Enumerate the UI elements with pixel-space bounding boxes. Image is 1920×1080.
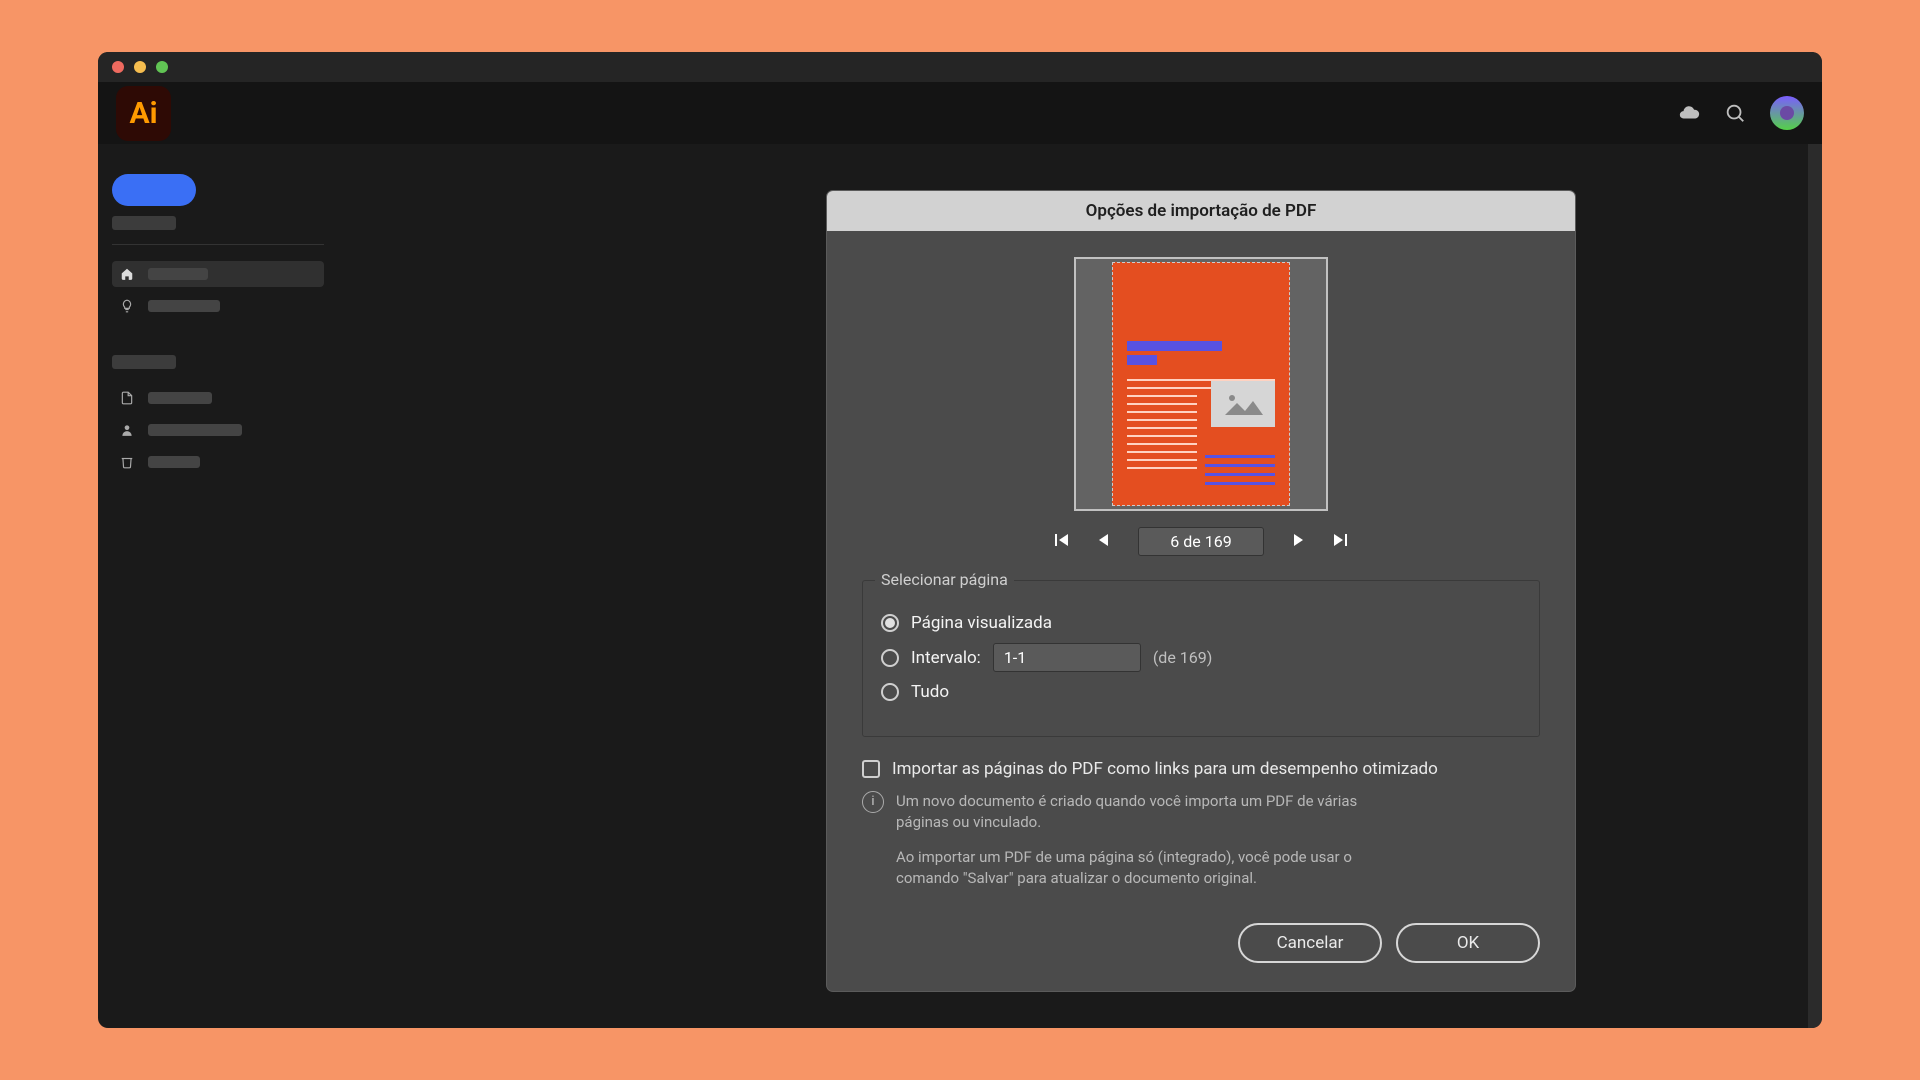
file-icon [120,391,134,405]
pdf-import-options-dialog: Opções de importação de PDF 6 de [827,191,1575,991]
checkbox-label: Importar as páginas do PDF como links pa… [892,759,1438,779]
range-input[interactable]: 1-1 [993,643,1141,672]
lightbulb-icon [120,299,134,313]
maximize-traffic-light[interactable] [156,61,168,73]
sidebar-item-shared[interactable] [112,417,324,443]
home-sidebar [98,144,338,1028]
search-icon[interactable] [1724,102,1746,124]
ok-button[interactable]: OK [1396,923,1540,963]
close-traffic-light[interactable] [112,61,124,73]
app-topbar: Ai [98,82,1822,144]
trash-icon [120,455,134,469]
account-avatar[interactable] [1770,96,1804,130]
scrollbar[interactable] [1808,144,1822,1028]
radio-all[interactable]: Tudo [881,682,1521,702]
info-paragraph-1: Um novo documento é criado quando você i… [896,791,1386,833]
app-logo: Ai [116,86,171,141]
sidebar-skeleton [112,216,176,230]
sidebar-item-deleted[interactable] [112,449,324,475]
radio-label: Página visualizada [911,613,1052,633]
sidebar-item-learn[interactable] [112,293,324,319]
cancel-button[interactable]: Cancelar [1238,923,1382,963]
last-page-button[interactable] [1332,532,1348,552]
main-content: Opções de importação de PDF 6 de [338,144,1822,1028]
cloud-icon[interactable] [1678,102,1700,124]
app-window: Ai Opções de im [98,52,1822,1028]
range-of-label: (de 169) [1153,648,1213,667]
checkbox-icon [862,760,880,778]
new-file-button[interactable] [112,174,196,206]
preview-document [1112,262,1290,506]
user-icon [120,423,134,437]
import-as-links-checkbox[interactable]: Importar as páginas do PDF como links pa… [862,759,1540,779]
divider [112,244,324,245]
radio-range[interactable]: Intervalo: 1-1 (de 169) [881,643,1521,672]
info-icon: i [862,791,884,813]
prev-page-button[interactable] [1096,532,1112,552]
select-page-fieldset: Selecionar página Página visualizada Int… [862,580,1540,737]
radio-previewed-page[interactable]: Página visualizada [881,613,1521,633]
next-page-button[interactable] [1290,532,1306,552]
sidebar-section-label [112,355,176,369]
image-placeholder-icon [1211,381,1275,427]
radio-icon [881,649,899,667]
page-number-field[interactable]: 6 de 169 [1138,527,1264,556]
fieldset-legend: Selecionar página [875,570,1014,589]
page-preview [1074,257,1328,511]
dialog-title: Opções de importação de PDF [827,191,1575,231]
page-navigator: 6 de 169 [862,527,1540,556]
info-note: i Um novo documento é criado quando você… [862,791,1540,903]
first-page-button[interactable] [1054,532,1070,552]
info-paragraph-2: Ao importar um PDF de uma página só (int… [896,847,1386,889]
sidebar-item-home[interactable] [112,261,324,287]
radio-label: Tudo [911,682,949,702]
radio-icon [881,614,899,632]
window-titlebar [98,52,1822,82]
radio-icon [881,683,899,701]
home-icon [120,267,134,281]
radio-label: Intervalo: [911,648,981,668]
minimize-traffic-light[interactable] [134,61,146,73]
sidebar-item-files[interactable] [112,385,324,411]
